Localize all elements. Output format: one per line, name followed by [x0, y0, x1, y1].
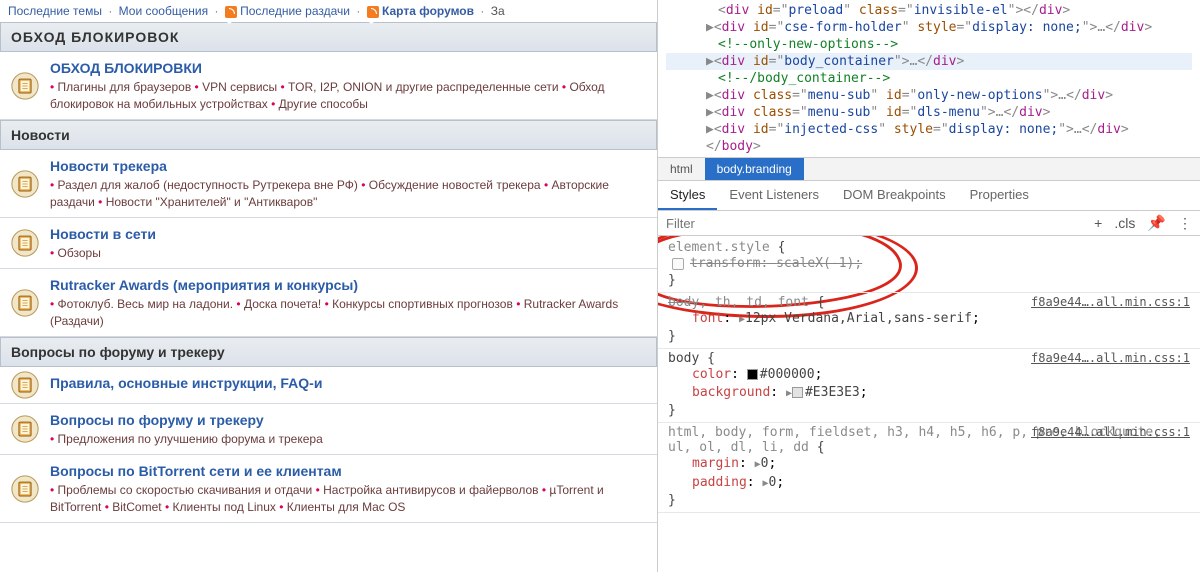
source-link[interactable]: f8a9e44….all.min.css:1 [1031, 295, 1190, 309]
forum-sublink[interactable]: Клиенты под Linux [173, 500, 276, 514]
forum-desc: • Проблемы со скоростью скачивания и отд… [50, 482, 649, 516]
forum-desc: • Фотоклуб. Весь мир на ладони. • Доска … [50, 296, 649, 330]
style-rule-body[interactable]: f8a9e44….all.min.css:1 body { color: #00… [658, 349, 1200, 423]
forum-row: Новости трекера• Раздел для жалоб (недос… [0, 150, 657, 218]
tab-event-listeners[interactable]: Event Listeners [717, 181, 831, 210]
nav-cut: За [491, 4, 505, 18]
category-header[interactable]: Вопросы по форуму и трекеру [0, 337, 657, 367]
color-swatch[interactable] [747, 369, 758, 380]
forum-icon [0, 154, 50, 213]
forum-sublink[interactable]: Раздел для жалоб (недоступность Рутрекер… [58, 178, 358, 192]
forum-sublink[interactable]: Обсуждение новостей трекера [369, 178, 541, 192]
forum-desc: • Обзоры [50, 245, 649, 262]
style-rule-font[interactable]: f8a9e44….all.min.css:1 body, th, td, fon… [658, 293, 1200, 349]
color-swatch[interactable] [792, 387, 803, 398]
nav-recent-topics[interactable]: Последние темы [8, 4, 102, 18]
rss-icon [367, 6, 379, 18]
forum-title-link[interactable]: Новости в сети [50, 224, 156, 244]
tab-properties[interactable]: Properties [958, 181, 1041, 210]
expand-icon[interactable]: ▶ [706, 88, 714, 103]
source-link[interactable]: f8a9e44….all.min.css:1 [1031, 351, 1190, 365]
forum-row: Rutracker Awards (мероприятия и конкурсы… [0, 269, 657, 337]
forum-sublink[interactable]: Проблемы со скоростью скачивания и отдач… [58, 483, 313, 497]
forum-sublink[interactable]: Обзоры [58, 246, 101, 260]
styles-filter-input[interactable] [666, 216, 1094, 231]
forum-sublink[interactable]: Конкурсы спортивных прогнозов [332, 297, 513, 311]
crumb-body[interactable]: body.branding [705, 158, 804, 180]
style-rule-reset[interactable]: f8a9e44….all.min.css:1 html, body, form,… [658, 423, 1200, 513]
forum-icon [0, 371, 50, 399]
forum-desc: • Раздел для жалоб (недоступность Рутрек… [50, 177, 649, 211]
dom-tree[interactable]: <div id="preload" class="invisible-el"><… [658, 0, 1200, 157]
forum-row: Правила, основные инструкции, FAQ-и [0, 367, 657, 404]
forum-title-link[interactable]: Rutracker Awards (мероприятия и конкурсы… [50, 275, 358, 295]
styles-tabs: Styles Event Listeners DOM Breakpoints P… [658, 181, 1200, 211]
top-nav: Последние темы · Мои сообщения · Последн… [0, 0, 657, 22]
forum-row: Вопросы по BitTorrent сети и ее клиентам… [0, 455, 657, 523]
expand-icon[interactable]: ▶ [706, 20, 714, 35]
more-icon[interactable]: ⋮ [1178, 215, 1192, 232]
nav-my-messages[interactable]: Мои сообщения [119, 4, 208, 18]
forum-row: ОБХОД БЛОКИРОВКИ• Плагины для браузеров … [0, 52, 657, 120]
tab-dom-breakpoints[interactable]: DOM Breakpoints [831, 181, 958, 210]
category-header[interactable]: Новости [0, 120, 657, 150]
forum-title-link[interactable]: Новости трекера [50, 156, 167, 176]
pin-icon[interactable]: 📌 [1147, 214, 1166, 232]
breadcrumb: html body.branding [658, 157, 1200, 181]
forum-sublink[interactable]: Фотоклуб. Весь мир на ладони. [58, 297, 234, 311]
forum-sublink[interactable]: Клиенты для Mac OS [287, 500, 406, 514]
forum-sublink[interactable]: Другие способы [279, 97, 368, 111]
forum-icon [0, 222, 50, 264]
tab-styles[interactable]: Styles [658, 181, 717, 210]
forum-sublink[interactable]: Новости "Хранителей" и "Антикваров" [106, 195, 318, 209]
forum-row: Вопросы по форуму и трекеру• Предложения… [0, 404, 657, 455]
style-rule-element[interactable]: element.style { transform: scaleX(-1); } [658, 238, 1200, 293]
forum-title-link[interactable]: Правила, основные инструкции, FAQ-и [50, 373, 322, 393]
forum-desc: • Предложения по улучшению форума и трек… [50, 431, 649, 448]
nav-recent-uploads[interactable]: Последние раздачи [240, 4, 350, 18]
crumb-html[interactable]: html [658, 158, 705, 180]
prop-checkbox[interactable] [672, 258, 684, 270]
forum-page: Последние темы · Мои сообщения · Последн… [0, 0, 658, 572]
source-link[interactable]: f8a9e44….all.min.css:1 [1031, 425, 1190, 439]
forum-sublink[interactable]: TOR, I2P, ONION и другие распределенные … [288, 80, 559, 94]
forum-title-link[interactable]: Вопросы по форуму и трекеру [50, 410, 264, 430]
forum-sublink[interactable]: Плагины для браузеров [58, 80, 192, 94]
expand-icon[interactable]: ▶ [706, 54, 714, 69]
forum-title-link[interactable]: ОБХОД БЛОКИРОВКИ [50, 58, 202, 78]
rss-icon [225, 6, 237, 18]
nav-forum-map[interactable]: Карта форумов [382, 4, 474, 18]
forum-icon [0, 408, 50, 450]
styles-filter-row: + .cls 📌 ⋮ [658, 211, 1200, 236]
forum-desc: • Плагины для браузеров • VPN сервисы • … [50, 79, 649, 113]
forum-sublink[interactable]: Настройка антивирусов и файерволов [323, 483, 538, 497]
forum-icon [0, 56, 50, 115]
forum-sublink[interactable]: VPN сервисы [202, 80, 277, 94]
category-header[interactable]: ОБХОД БЛОКИРОВОК [0, 22, 657, 52]
styles-pane[interactable]: element.style { transform: scaleX(-1); }… [658, 236, 1200, 515]
forum-icon [0, 459, 50, 518]
expand-icon[interactable]: ▶ [706, 122, 714, 137]
expand-icon[interactable]: ▶ [706, 105, 714, 120]
forum-sublink[interactable]: BitComet [112, 500, 161, 514]
forum-icon [0, 273, 50, 332]
forum-sublink[interactable]: Доска почета! [244, 297, 321, 311]
forum-row: Новости в сети• Обзоры [0, 218, 657, 269]
cls-toggle[interactable]: .cls [1114, 215, 1135, 231]
devtools-panel: <div id="preload" class="invisible-el"><… [658, 0, 1200, 572]
forum-sublink[interactable]: Предложения по улучшению форума и трекер… [58, 432, 323, 446]
add-rule-icon[interactable]: + [1094, 215, 1102, 231]
forum-title-link[interactable]: Вопросы по BitTorrent сети и ее клиентам [50, 461, 342, 481]
